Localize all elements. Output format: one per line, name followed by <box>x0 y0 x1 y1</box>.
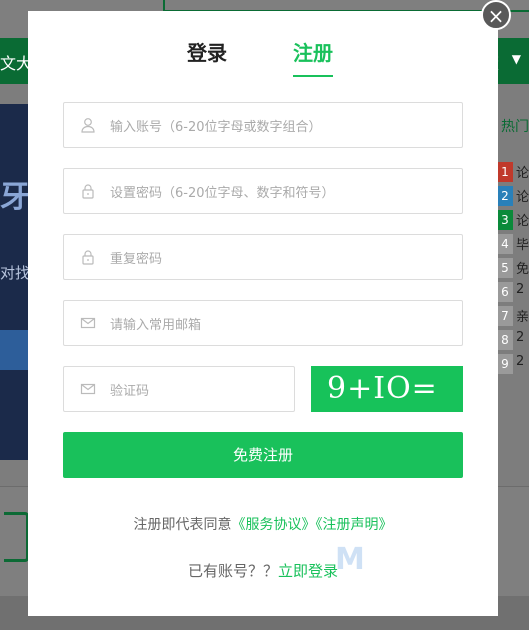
bg-side-item-text: 论 <box>516 190 529 205</box>
watermark: M 我爱模板 <box>335 541 465 577</box>
bg-side-item: 2论 <box>497 184 529 208</box>
register-statement-link[interactable]: 《注册声明》 <box>316 517 393 533</box>
mail-icon <box>80 317 96 329</box>
bg-side-item: 62 <box>497 280 529 304</box>
chevron-down-icon: ▼ <box>511 52 521 66</box>
repeat-password-placeholder: 重复密码 <box>110 252 163 267</box>
captcha-input[interactable]: 验证码 <box>63 366 295 412</box>
lock-icon <box>82 250 94 265</box>
register-button[interactable]: 免费注册 <box>63 432 463 478</box>
bg-side-item: 1论 <box>497 160 529 184</box>
rank-badge: 5 <box>497 258 513 278</box>
bg-side-item-text: 免 <box>516 262 529 277</box>
bg-side-item: 82 <box>497 328 529 352</box>
tab-active-indicator <box>293 75 333 77</box>
bg-side-item: 92 <box>497 352 529 376</box>
account-input[interactable]: 输入账号（6-20位字母或数字组合） <box>63 102 463 148</box>
password-input[interactable]: 设置密码（6-20位字母、数字和符号） <box>63 168 463 214</box>
bg-side-item-text: 亲 <box>516 310 529 325</box>
bg-banner-subtitle: 对找 <box>0 264 31 282</box>
watermark-logo-icon: M <box>335 541 365 577</box>
captcha-placeholder: 验证码 <box>110 384 150 399</box>
rank-badge: 7 <box>497 306 513 326</box>
bg-side-item-text: 2 <box>516 282 525 297</box>
service-agreement-link[interactable]: 《服务协议》 <box>232 517 316 533</box>
rank-badge: 9 <box>497 354 513 374</box>
modal-tabs: 登录 注册 <box>28 37 498 87</box>
rank-badge: 4 <box>497 234 513 254</box>
document-icon <box>4 512 29 562</box>
repeat-password-input[interactable]: 重复密码 <box>63 234 463 280</box>
lock-icon <box>82 184 94 199</box>
password-placeholder: 设置密码（6-20位字母、数字和符号） <box>110 186 335 201</box>
rank-badge: 6 <box>497 282 513 302</box>
captcha-image[interactable]: 9+IO= <box>311 366 463 412</box>
rank-badge: 8 <box>497 330 513 350</box>
bg-side-item-text: 2 <box>516 354 525 369</box>
mail-icon <box>80 383 96 395</box>
bg-side-item: 7亲 <box>497 304 529 328</box>
account-placeholder: 输入账号（6-20位字母或数字组合） <box>110 120 322 135</box>
bg-side-item-text: 毕 <box>516 238 529 253</box>
login-now-link[interactable]: 立即登录 <box>278 562 338 580</box>
bg-side-item-text: 论 <box>516 166 529 181</box>
rank-badge: 1 <box>497 162 513 182</box>
bg-banner-accent <box>0 330 30 370</box>
user-icon <box>81 118 95 133</box>
bg-side-item: 3论 <box>497 208 529 232</box>
agreement-text: 注册即代表同意《服务协议》《注册声明》 <box>133 517 393 533</box>
rank-badge: 3 <box>497 210 513 230</box>
close-button[interactable]: × <box>481 0 511 30</box>
tab-login[interactable]: 登录 <box>187 37 227 66</box>
email-input[interactable]: 请输入常用邮箱 <box>63 300 463 346</box>
bg-side-list: 1论2论3论4毕5免627亲8292 <box>497 160 529 376</box>
bg-side-item: 5免 <box>497 256 529 280</box>
bg-side-item-text: 2 <box>516 330 525 345</box>
register-modal: 登录 注册 输入账号（6-20位字母或数字组合） 设置密码（6-20位字母、数字… <box>28 11 498 616</box>
email-placeholder: 请输入常用邮箱 <box>110 318 202 333</box>
bg-side-item: 4毕 <box>497 232 529 256</box>
close-icon: × <box>487 4 505 28</box>
bg-side-item-text: 论 <box>516 214 529 229</box>
rank-badge: 2 <box>497 186 513 206</box>
tab-register[interactable]: 注册 <box>293 37 333 66</box>
